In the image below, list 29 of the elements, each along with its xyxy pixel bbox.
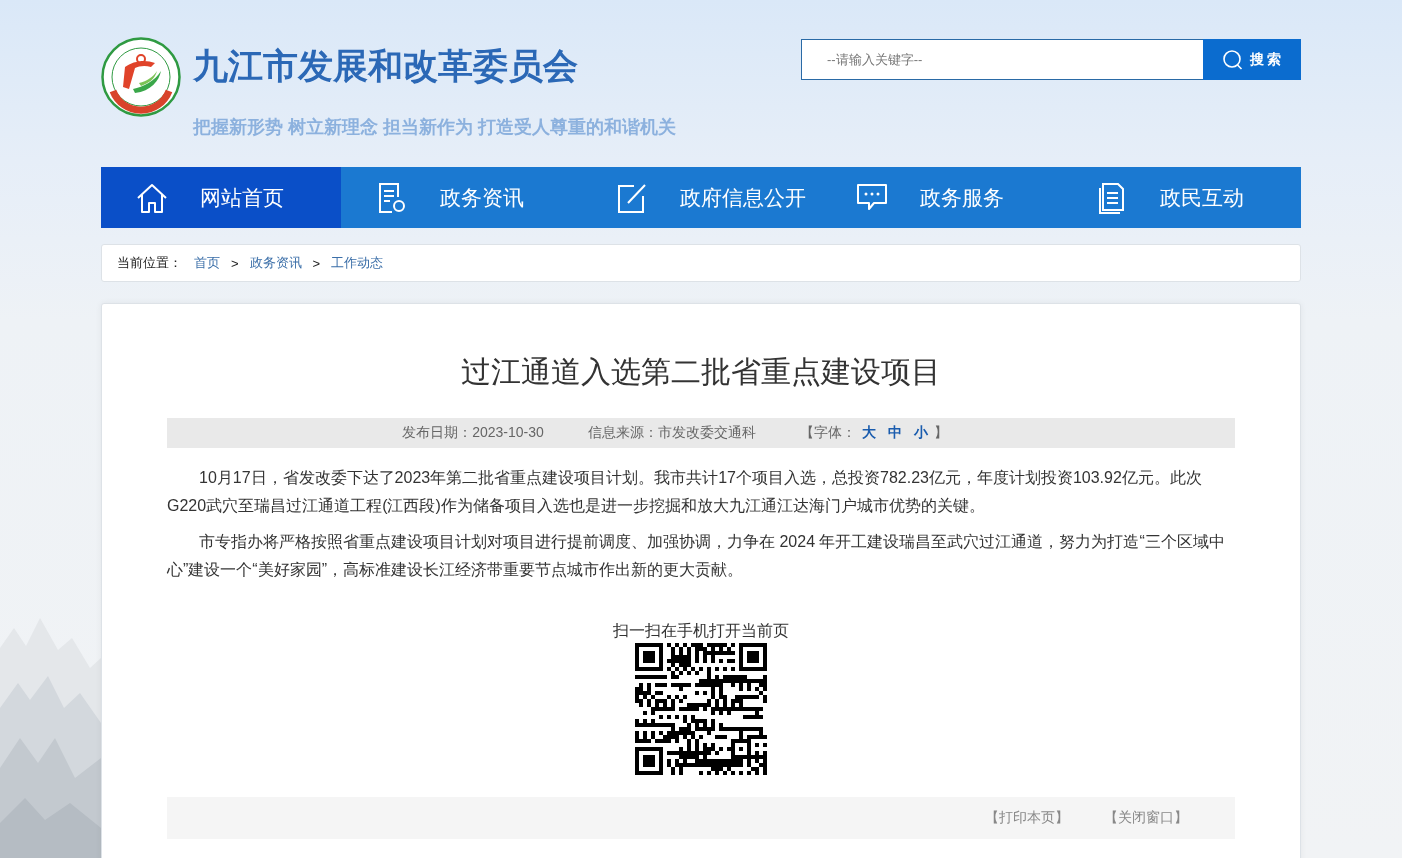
font-size-option[interactable]: 中 <box>887 424 902 442</box>
article-paragraph: 10月17日，省发改委下达了2023年第二批省重点建设项目计划。我市共计17个项目入选，总投资782.23亿元，年度计划投资103.92亿元。此次G220武穴至瑞昌过江通道工程(江西段)作为储备项目入选也是进一步挖掘和放大九江通江达海门户城市优势的关键。 <box>167 468 1203 516</box>
document-icon <box>376 181 408 214</box>
font-size-label: 【字体： <box>799 424 856 442</box>
article-title: 过江通道入选第二批省重点建设项目 <box>460 354 942 390</box>
close-window-link[interactable]: 【关闭窗口】 <box>1104 809 1188 827</box>
breadcrumb-label: 当前位置： <box>117 254 182 272</box>
search-icon <box>1222 49 1243 70</box>
qr-caption: 扫一扫在手机打开当前页 <box>613 621 789 641</box>
site-slogan: 把握新形势 树立新理念 担当新作为 打造受人尊重的和谐机关 <box>193 116 676 139</box>
breadcrumb-link[interactable]: 政务资讯 <box>249 254 302 272</box>
font-size-bracket: 】 <box>933 424 948 442</box>
font-size-option[interactable]: 大 <box>861 424 876 442</box>
breadcrumb-separator: > <box>231 255 239 271</box>
breadcrumb-link[interactable]: 首页 <box>194 254 220 272</box>
site-title: 九江市发展和改革委员会 <box>193 45 579 87</box>
qr-code-icon <box>635 643 767 775</box>
publish-date: 发布日期：2023-10-30 <box>402 424 544 442</box>
search-field[interactable]: --请输入关键字-- <box>801 39 1203 80</box>
article-paragraph: 市专指办将严格按照省重点建设项目计划对项目进行提前调度、加强协调，力争在 2024 年开工建设瑞昌至武穴过江通道，努力为打造“三个区域中心”建设一个“美好家园”，高标准建设长江经济带重要节点城市作出新的更大贡献。 <box>167 532 1226 580</box>
search-button[interactable]: 搜 索 <box>1203 39 1301 80</box>
breadcrumb-separator: > <box>312 255 321 271</box>
house-icon <box>136 181 168 214</box>
info-source: 信息来源：市发改委交通科 <box>587 424 756 442</box>
font-size-option[interactable]: 小 <box>913 424 928 442</box>
emblem-icon <box>101 37 181 117</box>
print-page-link[interactable]: 【打印本页】 <box>985 809 1069 827</box>
breadcrumb-link[interactable]: 工作动态 <box>331 254 384 272</box>
nav-tab[interactable]: 网站首页 <box>101 167 341 228</box>
